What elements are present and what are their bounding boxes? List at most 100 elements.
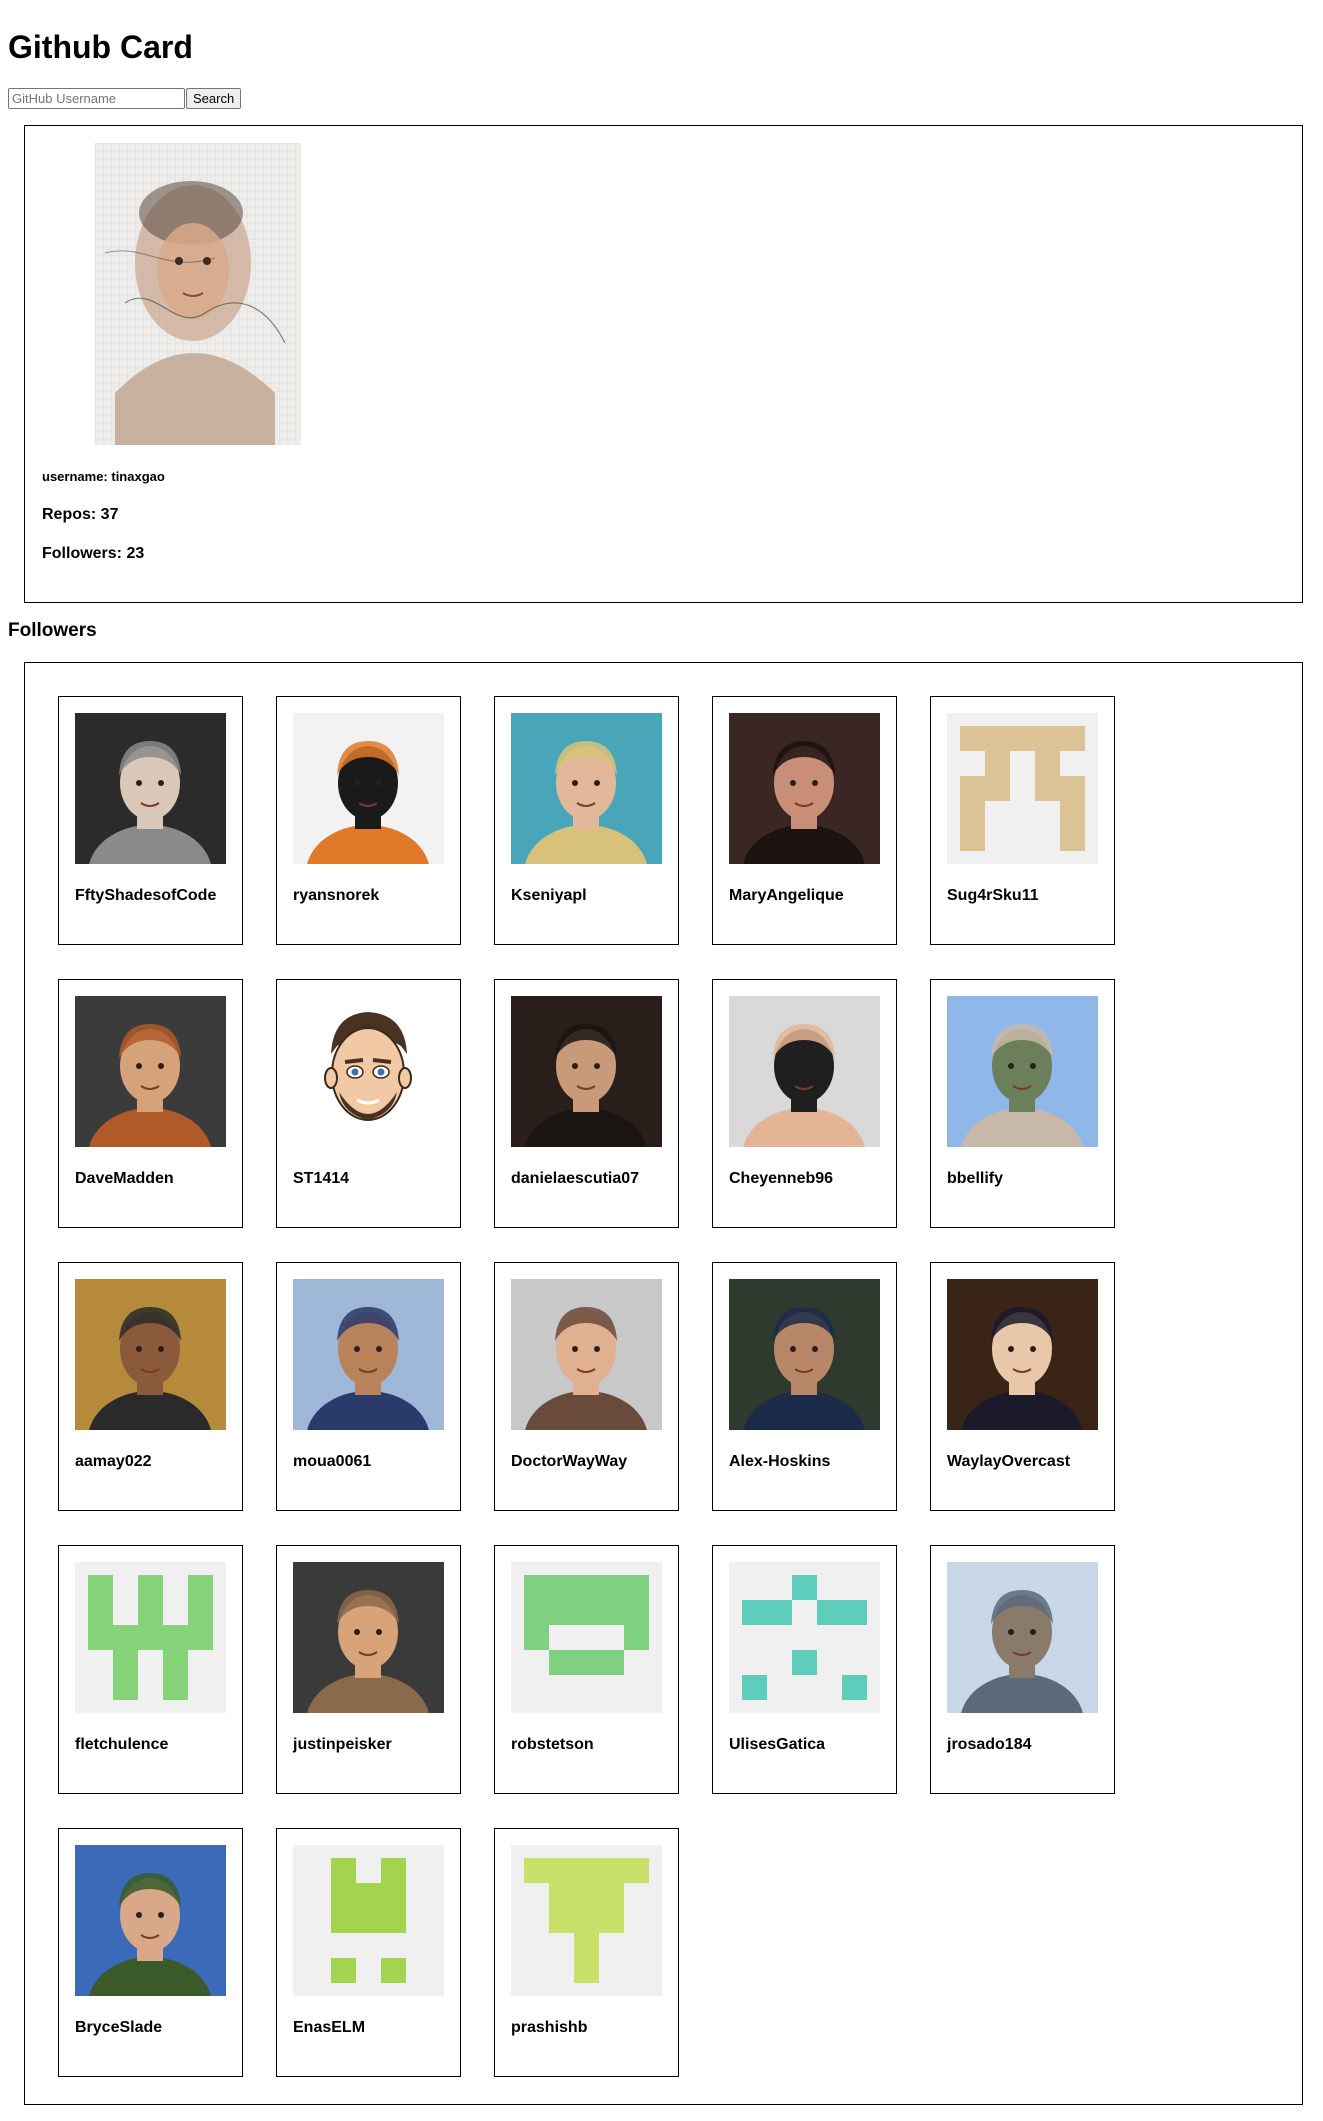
follower-avatar <box>947 713 1098 864</box>
follower-username: Alex-Hoskins <box>729 1453 831 1470</box>
follower-avatar <box>293 713 444 864</box>
follower-username: FftyShadesofCode <box>75 887 217 904</box>
follower-username: moua0061 <box>293 1453 372 1470</box>
follower-username: BryceSlade <box>75 2019 163 2036</box>
follower-avatar <box>729 1562 880 1713</box>
follower-username: UlisesGatica <box>729 1736 826 1753</box>
follower-card: DaveMadden <box>58 979 243 1228</box>
profile-avatar <box>95 143 301 445</box>
follower-card: robstetson <box>494 1545 679 1794</box>
follower-avatar <box>293 1279 444 1430</box>
profile-card: username: tinaxgao Repos: 37 Followers: … <box>24 125 1303 603</box>
page-title: Github Card <box>8 29 193 65</box>
followers-grid: FftyShadesofCode ryansnorek Kseniyapl Ma… <box>24 662 1303 2105</box>
follower-avatar <box>947 1279 1098 1430</box>
follower-username: jrosado184 <box>947 1736 1032 1753</box>
followers-heading: Followers <box>8 620 97 641</box>
avatar-photo-image <box>729 996 880 1147</box>
follower-card: WaylayOvercast <box>930 1262 1115 1511</box>
follower-card: justinpeisker <box>276 1545 461 1794</box>
avatar-photo-image <box>75 1279 226 1430</box>
profile-avatar-image <box>95 143 301 445</box>
username-search-input[interactable] <box>8 88 185 109</box>
avatar-photo-image <box>511 713 662 864</box>
follower-username: ryansnorek <box>293 887 380 904</box>
follower-username: robstetson <box>511 1736 594 1753</box>
follower-username: WaylayOvercast <box>947 1453 1071 1470</box>
avatar-photo-image <box>511 996 662 1147</box>
follower-card: aamay022 <box>58 1262 243 1511</box>
follower-card: bbellify <box>930 979 1115 1228</box>
identicon-image <box>947 713 1098 864</box>
follower-avatar <box>947 1562 1098 1713</box>
follower-username: danielaescutia07 <box>511 1170 640 1187</box>
follower-card: danielaescutia07 <box>494 979 679 1228</box>
avatar-photo-image <box>75 1845 226 1996</box>
follower-card: ryansnorek <box>276 696 461 945</box>
follower-card: jrosado184 <box>930 1545 1115 1794</box>
avatar-photo-image <box>293 713 444 864</box>
follower-card: ST1414 <box>276 979 461 1228</box>
follower-avatar <box>511 1845 662 1996</box>
follower-avatar <box>511 1279 662 1430</box>
follower-avatar <box>729 1279 880 1430</box>
avatar-photo-image <box>293 1562 444 1713</box>
avatar-photo-image <box>75 713 226 864</box>
avatar-photo-image <box>947 1279 1098 1430</box>
follower-username: justinpeisker <box>293 1736 392 1753</box>
follower-card: DoctorWayWay <box>494 1262 679 1511</box>
profile-repos-count: Repos: 37 <box>42 506 119 523</box>
follower-avatar <box>511 713 662 864</box>
follower-avatar <box>75 713 226 864</box>
follower-avatar <box>511 996 662 1147</box>
avatar-photo-image <box>511 1279 662 1430</box>
follower-avatar <box>75 1562 226 1713</box>
identicon-image <box>75 1562 226 1713</box>
avatar-photo-image <box>947 1562 1098 1713</box>
follower-card: FftyShadesofCode <box>58 696 243 945</box>
follower-card: Cheyenneb96 <box>712 979 897 1228</box>
follower-avatar <box>75 1845 226 1996</box>
avatar-photo-image <box>75 996 226 1147</box>
follower-card: EnasELM <box>276 1828 461 2077</box>
follower-card: prashishb <box>494 1828 679 2077</box>
follower-avatar <box>729 996 880 1147</box>
profile-username: username: tinaxgao <box>42 469 165 484</box>
follower-username: DaveMadden <box>75 1170 174 1187</box>
identicon-image <box>511 1845 662 1996</box>
follower-username: ST1414 <box>293 1170 350 1187</box>
follower-card: BryceSlade <box>58 1828 243 2077</box>
avatar-photo-image <box>947 996 1098 1147</box>
follower-username: EnasELM <box>293 2019 366 2036</box>
follower-username: aamay022 <box>75 1453 152 1470</box>
identicon-image <box>511 1562 662 1713</box>
avatar-cartoon-image <box>293 996 444 1147</box>
follower-card: MaryAngelique <box>712 696 897 945</box>
follower-avatar <box>729 713 880 864</box>
follower-avatar <box>947 996 1098 1147</box>
identicon-image <box>729 1562 880 1713</box>
follower-username: bbellify <box>947 1170 1004 1187</box>
avatar-photo-image <box>729 1279 880 1430</box>
follower-username: Cheyenneb96 <box>729 1170 834 1187</box>
follower-avatar <box>75 996 226 1147</box>
follower-card: Kseniyapl <box>494 696 679 945</box>
follower-card: fletchulence <box>58 1545 243 1794</box>
follower-username: prashishb <box>511 2019 588 2036</box>
follower-card: moua0061 <box>276 1262 461 1511</box>
follower-avatar <box>293 1845 444 1996</box>
follower-username: fletchulence <box>75 1736 169 1753</box>
avatar-photo-image <box>293 1279 444 1430</box>
follower-username: Sug4rSku11 <box>947 887 1039 904</box>
follower-avatar <box>75 1279 226 1430</box>
search-button[interactable]: Search <box>186 88 242 109</box>
follower-card: UlisesGatica <box>712 1545 897 1794</box>
follower-username: Kseniyapl <box>511 887 587 904</box>
follower-card: Alex-Hoskins <box>712 1262 897 1511</box>
follower-username: MaryAngelique <box>729 887 844 904</box>
follower-username: DoctorWayWay <box>511 1453 628 1470</box>
avatar-photo-image <box>729 713 880 864</box>
profile-followers-count: Followers: 23 <box>42 545 145 562</box>
identicon-image <box>293 1845 444 1996</box>
follower-avatar <box>511 1562 662 1713</box>
